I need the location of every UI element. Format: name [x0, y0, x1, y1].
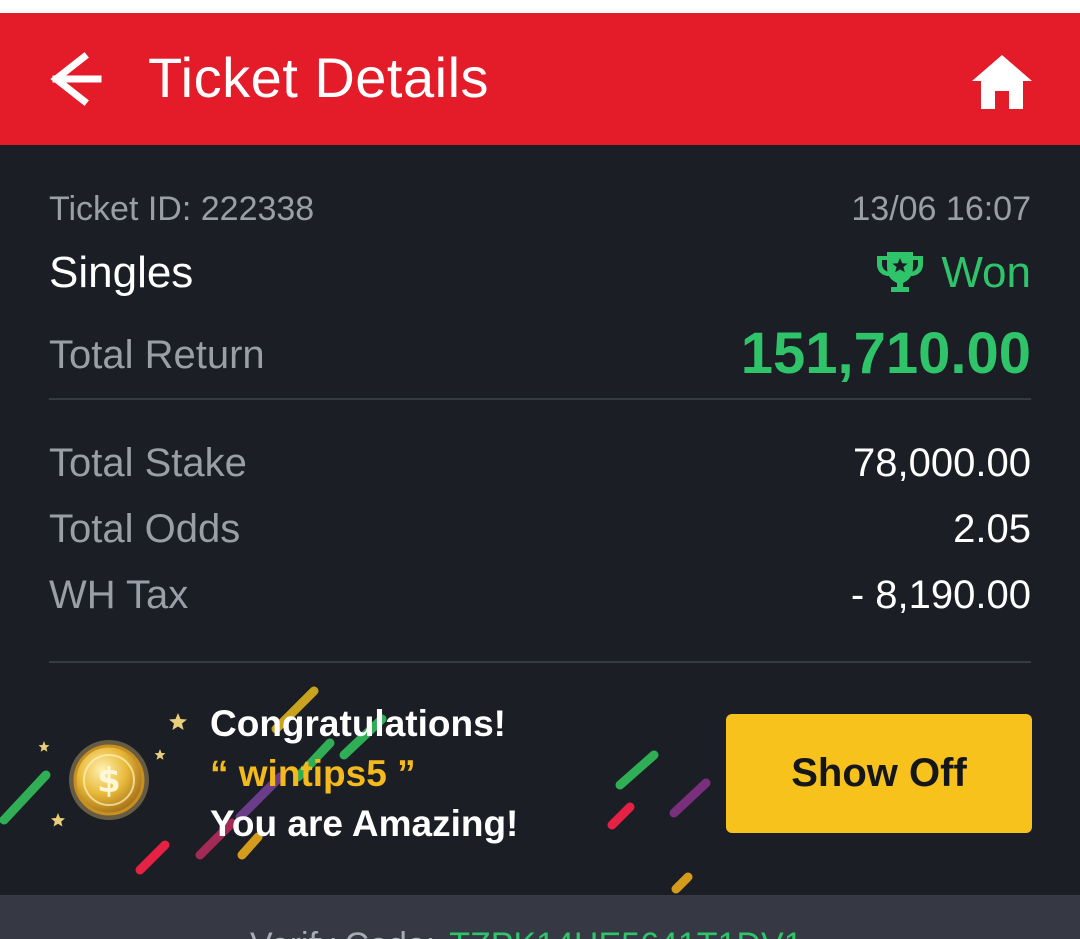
- ticket-datetime: 13/06 16:07: [851, 190, 1031, 228]
- divider: [49, 661, 1031, 663]
- username: “ wintips5 ”: [210, 753, 416, 794]
- congrats-title: Congratulations!: [210, 703, 506, 744]
- congrats-subtitle: You are Amazing!: [210, 803, 519, 844]
- wh-tax-value: - 8,190.00: [850, 573, 1031, 617]
- dollar-coin-icon: $: [69, 740, 149, 820]
- back-button[interactable]: [40, 49, 110, 109]
- ticket-id: Ticket ID: 222338: [49, 190, 315, 228]
- total-return-value: 151,710.00: [740, 321, 1031, 386]
- arrow-left-icon: [50, 52, 102, 106]
- congrats-message: Congratulations! “ wintips5 ” You are Am…: [210, 699, 518, 849]
- verify-footer: Verify Code: TZPK14HE5641T1DV1: [0, 895, 1080, 939]
- total-stake-label: Total Stake: [49, 441, 247, 485]
- app-header: Ticket Details: [0, 13, 1080, 145]
- total-odds-value: 2.05: [953, 507, 1031, 551]
- ticket-status: Won: [875, 247, 1031, 299]
- status-bar-strip: [0, 0, 1080, 13]
- congrats-banner: $ Congratulations! “ wintips5 ” You are …: [0, 665, 1080, 895]
- divider: [49, 398, 1031, 400]
- verify-row: Verify Code: TZPK14HE5641T1DV1: [250, 925, 803, 939]
- verify-label: Verify Code:: [250, 926, 435, 939]
- ticket-card: Ticket ID: 222338 13/06 16:07 Singles Wo…: [0, 145, 1080, 895]
- trophy-icon: [877, 252, 924, 292]
- bet-type: Singles: [49, 248, 194, 297]
- show-off-button[interactable]: Show Off: [726, 714, 1032, 833]
- total-stake-value: 78,000.00: [853, 441, 1031, 485]
- verify-code[interactable]: TZPK14HE5641T1DV1: [449, 926, 802, 939]
- home-button[interactable]: [966, 49, 1038, 113]
- status-text: Won: [941, 248, 1031, 297]
- home-icon: [972, 55, 1032, 109]
- svg-text:$: $: [97, 761, 121, 801]
- wh-tax-label: WH Tax: [49, 573, 189, 617]
- total-odds-label: Total Odds: [49, 507, 241, 551]
- page-title: Ticket Details: [148, 46, 490, 109]
- total-return-label: Total Return: [49, 333, 265, 377]
